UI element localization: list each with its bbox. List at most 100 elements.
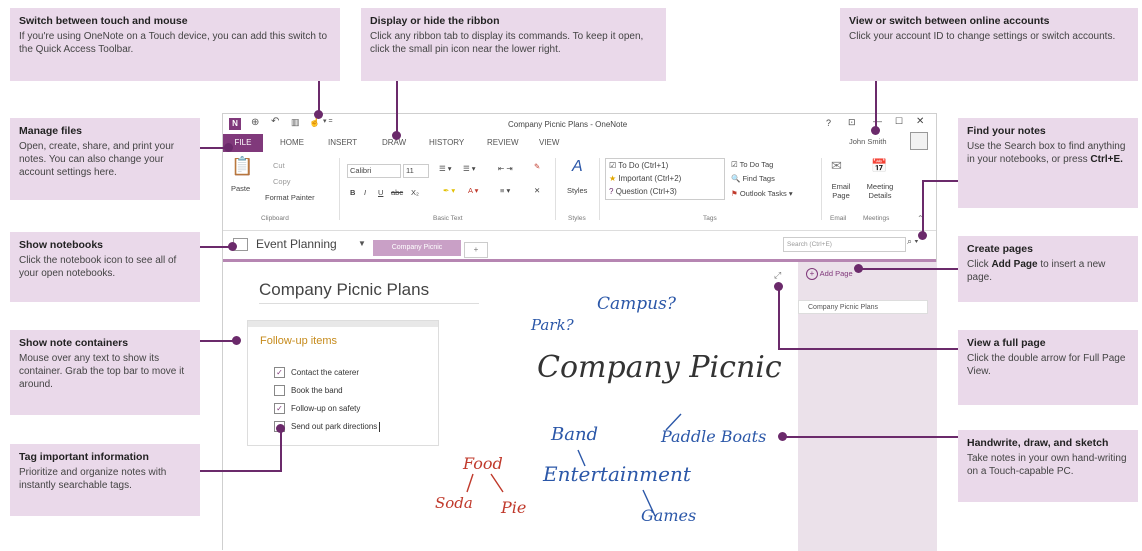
paste-icon[interactable]: 📋	[231, 156, 253, 177]
leader-line	[858, 268, 958, 270]
cut-button[interactable]: Cut	[273, 161, 285, 170]
leader-dot	[778, 432, 787, 441]
add-section-button[interactable]: +	[464, 242, 488, 258]
meeting-details-button[interactable]: Meeting Details	[863, 182, 897, 200]
notebook-dropdown-icon[interactable]: ▼	[358, 239, 366, 248]
find-tags-button[interactable]: 🔍 Find Tags	[731, 174, 775, 183]
section-tab-company-picnic[interactable]: Company Picnic	[373, 240, 461, 256]
tag-todo[interactable]: ☑ To Do (Ctrl+1)	[609, 161, 668, 170]
font-size-select[interactable]: 11	[403, 164, 429, 178]
format-painter-button[interactable]: Format Painter	[265, 193, 315, 202]
ink-company-picnic: Company Picnic	[537, 350, 782, 385]
leader-line	[922, 180, 958, 182]
window-title: Company Picnic Plans - OneNote	[508, 120, 628, 129]
page-list-item[interactable]: Company Picnic Plans	[798, 300, 928, 314]
email-page-button[interactable]: Email Page	[828, 182, 854, 200]
notebook-bar: Event Planning ▼ Company Picnic + Search…	[223, 231, 936, 262]
underline-button[interactable]: U	[378, 188, 383, 197]
leader-line	[778, 286, 780, 350]
callout-title: Show notebooks	[19, 239, 103, 251]
tab-history[interactable]: HISTORY	[429, 138, 464, 147]
callout-body: Click Add Page to insert a new page.	[967, 259, 1106, 283]
leader-dot	[392, 131, 401, 140]
tab-home[interactable]: HOME	[280, 138, 304, 147]
add-page-button[interactable]: + Add Page	[806, 267, 853, 281]
group-divider	[339, 158, 340, 220]
styles-icon[interactable]: A	[572, 158, 583, 176]
todo-tag-button[interactable]: ☑ To Do Tag	[731, 160, 773, 169]
checkbox-icon[interactable]: ✓	[274, 367, 285, 379]
container-title[interactable]: Follow-up items	[260, 335, 337, 347]
callout-title: Manage files	[19, 125, 83, 137]
leader-dot	[774, 282, 783, 291]
ink-park: Park?	[531, 316, 574, 334]
notebook-name[interactable]: Event Planning	[256, 237, 337, 251]
tags-gallery[interactable]: ☑ To Do (Ctrl+1) ★ Important (Ctrl+2) ? …	[605, 158, 725, 200]
leader-dot	[918, 231, 927, 240]
back-icon[interactable]: ⊕	[251, 117, 259, 128]
ribbon: 📋 Paste Cut Copy Format Painter Clipboar…	[223, 152, 936, 231]
copy-button[interactable]: Copy	[273, 177, 291, 186]
leader-line	[782, 436, 958, 438]
tab-view[interactable]: VIEW	[539, 138, 559, 147]
leader-dot	[871, 126, 880, 135]
leader-line	[200, 470, 282, 472]
tab-review[interactable]: REVIEW	[487, 138, 519, 147]
italic-button[interactable]: I	[364, 188, 366, 197]
close-icon[interactable]: ✕	[916, 116, 924, 127]
strikethrough-button[interactable]: abc	[391, 188, 403, 197]
full-page-arrow-icon[interactable]: ⤢	[774, 270, 781, 281]
callout-body: Click your account ID to change settings…	[849, 31, 1116, 42]
group-label-email: Email	[830, 215, 847, 222]
avatar[interactable]	[910, 132, 928, 150]
callout-title: Tag important information	[19, 451, 149, 463]
outlook-tasks-button[interactable]: ⚑ Outlook Tasks ▾	[731, 189, 793, 198]
highlight-icon[interactable]: ✒ ▾	[443, 186, 455, 195]
leader-line	[875, 81, 877, 131]
undo-icon[interactable]: ↶	[271, 116, 279, 127]
group-label-tags: Tags	[703, 215, 717, 222]
numbering-icon[interactable]: ☰ ▾	[463, 164, 476, 173]
callout-body: If you're using OneNote on a Touch devic…	[19, 31, 328, 55]
group-divider	[599, 158, 600, 220]
tab-insert[interactable]: INSERT	[328, 138, 357, 147]
paste-button[interactable]: Paste	[231, 184, 250, 193]
clear-format-icon[interactable]: ✎	[534, 162, 540, 171]
callout-tag-info: Tag important information Prioritize and…	[10, 444, 200, 516]
ink-soda: Soda	[435, 494, 473, 512]
handwriting-canvas[interactable]: Campus? Park? Company Picnic Band Paddle…	[513, 284, 793, 551]
account-name[interactable]: John Smith	[849, 137, 887, 146]
list-item[interactable]: ✓ Contact the caterer	[274, 367, 380, 385]
search-input[interactable]: Search (Ctrl+E)	[783, 237, 906, 252]
ribbon-display-icon[interactable]: ⊡	[848, 117, 856, 128]
checkbox-icon[interactable]	[274, 385, 285, 397]
help-button[interactable]: ?	[826, 118, 831, 128]
page-title[interactable]: Company Picnic Plans	[259, 280, 429, 300]
font-color-icon[interactable]: A ▾	[468, 186, 478, 195]
list-item[interactable]: Send out park directions	[274, 421, 381, 439]
tag-question[interactable]: ? Question (Ctrl+3)	[609, 187, 677, 196]
ink-stroke	[466, 473, 474, 493]
tag-important[interactable]: ★ Important (Ctrl+2)	[609, 174, 681, 183]
indent-icon[interactable]: ⇤ ⇥	[498, 164, 513, 173]
meeting-icon[interactable]: 📅	[871, 158, 887, 174]
subscript-button[interactable]: X₂	[411, 188, 419, 197]
bullets-icon[interactable]: ☰ ▾	[439, 164, 452, 173]
font-select[interactable]: Calibri	[347, 164, 401, 178]
callout-body: Click any ribbon tab to display its comm…	[370, 31, 644, 55]
email-icon[interactable]: ✉	[831, 158, 842, 174]
styles-button[interactable]: Styles	[567, 186, 587, 195]
search-icon[interactable]: ⌕ ▾	[907, 236, 918, 247]
checkbox-icon[interactable]: ✓	[274, 403, 285, 415]
list-item[interactable]: ✓ Follow-up on safety	[274, 403, 380, 421]
align-icon[interactable]: ≡ ▾	[500, 186, 510, 195]
list-item[interactable]: Book the band	[274, 385, 380, 403]
callout-title: View or switch between online accounts	[849, 15, 1050, 27]
maximize-icon[interactable]: ☐	[895, 116, 903, 127]
delete-icon[interactable]: ✕	[534, 186, 540, 195]
page-title-underline	[259, 303, 479, 304]
bold-button[interactable]: B	[350, 188, 355, 197]
qat-dropdown-icon[interactable]: ▾ =	[323, 117, 333, 125]
dock-icon[interactable]: ▥	[291, 117, 300, 128]
container-grab-bar[interactable]	[248, 321, 438, 327]
